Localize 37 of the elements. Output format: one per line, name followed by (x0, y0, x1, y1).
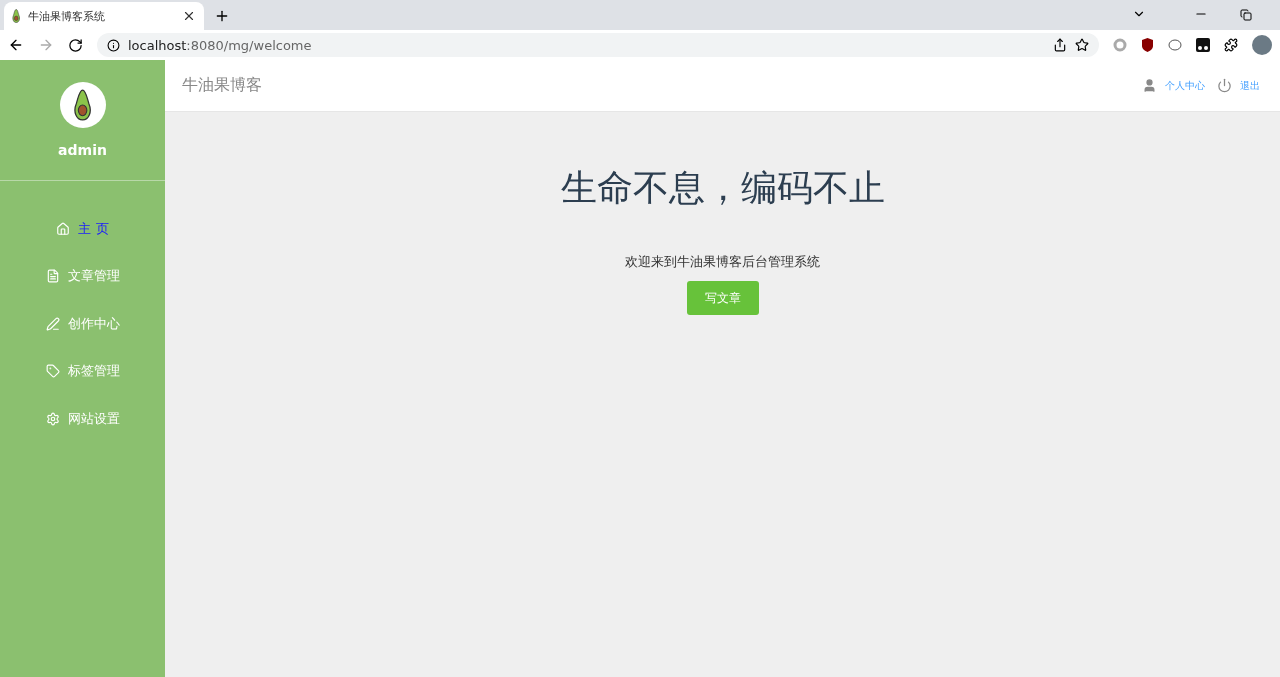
back-icon[interactable] (8, 37, 24, 53)
puzzle-icon[interactable] (1224, 38, 1238, 52)
power-icon (1217, 78, 1232, 93)
tag-icon (45, 364, 60, 379)
address-bar[interactable]: localhost:8080/mg/welcome (97, 33, 1099, 57)
pencil-icon (45, 316, 60, 331)
document-icon (45, 269, 60, 284)
profile-avatar[interactable] (1252, 35, 1272, 55)
username: admin (58, 142, 107, 158)
home-icon (56, 221, 71, 236)
user-icon (1142, 78, 1157, 93)
browser-tab[interactable]: 牛油果博客系统 (4, 2, 204, 30)
avocado-icon (72, 89, 93, 121)
extension-icon[interactable] (1196, 38, 1210, 52)
welcome-text: 欢迎来到牛油果博客后台管理系统 (625, 253, 820, 271)
site-title: 牛油果博客 (182, 75, 262, 96)
reload-icon[interactable] (68, 37, 83, 53)
sidebar-item[interactable]: 网站设置 (0, 395, 165, 443)
sidebar-item[interactable]: 创作中心 (0, 300, 165, 348)
info-icon (107, 38, 120, 52)
star-icon[interactable] (1075, 38, 1089, 52)
shield-icon[interactable] (1141, 38, 1154, 52)
tab-title: 牛油果博客系统 (28, 8, 107, 24)
restore-icon[interactable] (1240, 9, 1252, 21)
sidebar-item[interactable]: 主 页 (0, 205, 165, 253)
headline: 生命不息，编码不止 (560, 166, 885, 210)
avocado-icon (12, 9, 21, 23)
settings-icon (45, 411, 60, 426)
share-icon[interactable] (1053, 38, 1067, 52)
header-link[interactable]: 个人中心 (1165, 78, 1205, 93)
write-article-button[interactable]: 写文章 (686, 281, 759, 315)
url-text: localhost:8080/mg/welcome (128, 37, 313, 53)
header-link[interactable]: 退出 (1240, 78, 1260, 93)
close-icon[interactable] (182, 9, 196, 23)
new-tab-icon[interactable] (214, 8, 230, 24)
sidebar-item[interactable]: 标签管理 (0, 347, 165, 395)
sidebar-item[interactable]: 文章管理 (0, 252, 165, 300)
